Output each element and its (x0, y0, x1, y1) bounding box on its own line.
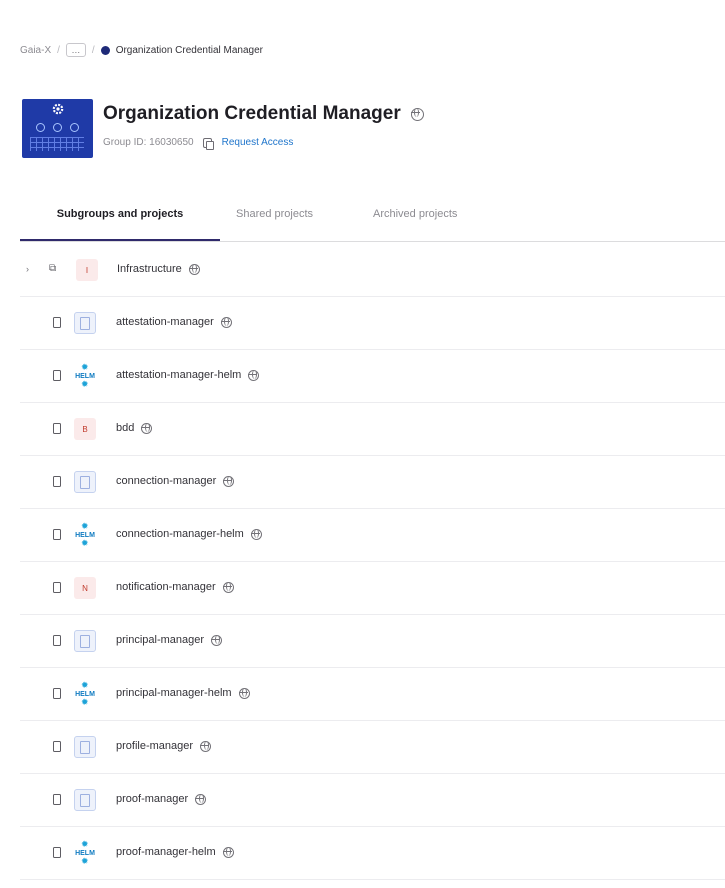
globe-icon (222, 846, 234, 858)
item-name[interactable]: proof-manager-helm (116, 846, 234, 858)
item-name-text[interactable]: attestation-manager-helm (116, 369, 241, 381)
breadcrumb-root[interactable]: Gaia-X (20, 45, 51, 56)
item-name[interactable]: principal-manager (116, 634, 223, 646)
item-avatar: B (74, 418, 96, 440)
item-name[interactable]: principal-manager-helm (116, 687, 250, 699)
item-avatar (74, 471, 96, 493)
project-icon (53, 423, 61, 434)
list-item-project[interactable]: principal-manager (20, 615, 725, 668)
list-item-project[interactable]: B bdd (20, 403, 725, 456)
globe-icon (211, 634, 223, 646)
network-node-icon (70, 123, 79, 132)
item-name-text[interactable]: profile-manager (116, 740, 193, 752)
tab-subgroups-and-projects[interactable]: Subgroups and projects (20, 199, 220, 241)
globe-icon (200, 740, 212, 752)
helm-logo-icon: HELM (74, 521, 96, 549)
globe-icon (220, 316, 232, 328)
list-item-project[interactable]: HELM connection-manager-helm (20, 509, 725, 562)
copy-icon[interactable] (202, 137, 214, 150)
network-node-icon (53, 123, 62, 132)
list-item-project[interactable]: attestation-manager (20, 297, 725, 350)
project-icon (53, 688, 61, 699)
tab-shared-projects[interactable]: Shared projects (236, 199, 313, 240)
globe-icon (250, 528, 262, 540)
breadcrumb-separator: / (57, 44, 60, 56)
item-avatar (74, 736, 96, 758)
item-name-text[interactable]: attestation-manager (116, 316, 214, 328)
list-item-project[interactable]: HELM proof-manager-helm (20, 827, 725, 880)
breadcrumb-more-button[interactable]: … (65, 43, 86, 57)
list-item-project[interactable]: HELM attestation-manager-helm (20, 350, 725, 403)
list-item-project[interactable]: HELM principal-manager-helm (20, 668, 725, 721)
item-name-text[interactable]: proof-manager (116, 793, 188, 805)
globe-icon (188, 263, 200, 275)
item-name[interactable]: proof-manager (116, 793, 207, 805)
breadcrumb-separator: / (91, 44, 95, 56)
subgroup-icon: ⧉ (49, 263, 57, 274)
item-name-text[interactable]: proof-manager-helm (116, 846, 216, 858)
item-name[interactable]: Infrastructure (117, 263, 200, 275)
item-name[interactable]: attestation-manager-helm (116, 369, 260, 381)
helm-logo-icon: HELM (74, 680, 96, 708)
tab-archived-projects[interactable]: Archived projects (373, 199, 457, 240)
project-icon (53, 582, 61, 593)
group-id-label: Group ID: 16030650 (103, 137, 194, 148)
item-avatar: N (74, 577, 96, 599)
item-name[interactable]: connection-manager (116, 475, 235, 487)
item-name[interactable]: bdd (116, 422, 153, 434)
project-icon (53, 794, 61, 805)
item-name[interactable]: profile-manager (116, 740, 212, 752)
item-name[interactable]: attestation-manager (116, 316, 232, 328)
group-avatar-small (100, 45, 110, 55)
circuit-grid-decoration (30, 137, 84, 151)
tab-bar: Subgroups and projects Shared projects A… (20, 199, 725, 242)
list-item-project[interactable]: N notification-manager (20, 562, 725, 615)
project-icon (53, 529, 61, 540)
item-avatar (74, 312, 96, 334)
page-title: Organization Credential Manager (103, 103, 424, 125)
item-name[interactable]: notification-manager (116, 581, 234, 593)
breadcrumb: Gaia-X / … / Organization Credential Man… (20, 41, 263, 59)
globe-icon (195, 793, 207, 805)
globe-icon[interactable] (410, 107, 424, 121)
group-name: Organization Credential Manager (103, 103, 401, 124)
project-icon (53, 741, 61, 752)
gear-icon (52, 103, 64, 115)
globe-icon (223, 475, 235, 487)
helm-logo-icon: HELM (74, 362, 96, 390)
project-icon (53, 847, 61, 858)
list-item-project[interactable]: connection-manager (20, 456, 725, 509)
project-icon (53, 317, 61, 328)
globe-icon (238, 687, 250, 699)
item-avatar (74, 630, 96, 652)
item-avatar: I (76, 259, 98, 281)
helm-logo-icon: HELM (74, 839, 96, 867)
list-item-project[interactable]: proof-manager (20, 774, 725, 827)
item-name-text[interactable]: principal-manager (116, 634, 204, 646)
item-name-text[interactable]: connection-manager (116, 475, 216, 487)
item-name-text[interactable]: principal-manager-helm (116, 687, 232, 699)
item-name-text[interactable]: connection-manager-helm (116, 528, 244, 540)
project-icon (53, 370, 61, 381)
breadcrumb-current[interactable]: Organization Credential Manager (116, 45, 263, 56)
globe-icon (222, 581, 234, 593)
network-node-icon (36, 123, 45, 132)
item-name-text[interactable]: Infrastructure (117, 263, 182, 275)
item-avatar (74, 789, 96, 811)
request-access-link[interactable]: Request Access (222, 137, 294, 148)
item-name[interactable]: connection-manager-helm (116, 528, 262, 540)
group-meta: Group ID: 16030650 Request Access (103, 137, 294, 150)
item-name-text[interactable]: bdd (116, 422, 134, 434)
project-icon (53, 476, 61, 487)
list-item-project[interactable]: profile-manager (20, 721, 725, 774)
item-name-text[interactable]: notification-manager (116, 581, 216, 593)
globe-icon (248, 369, 260, 381)
group-avatar (22, 99, 93, 158)
list-item-subgroup[interactable]: › ⧉ I Infrastructure (20, 244, 725, 297)
project-icon (53, 635, 61, 646)
globe-icon (141, 422, 153, 434)
chevron-right-icon[interactable]: › (26, 264, 29, 274)
